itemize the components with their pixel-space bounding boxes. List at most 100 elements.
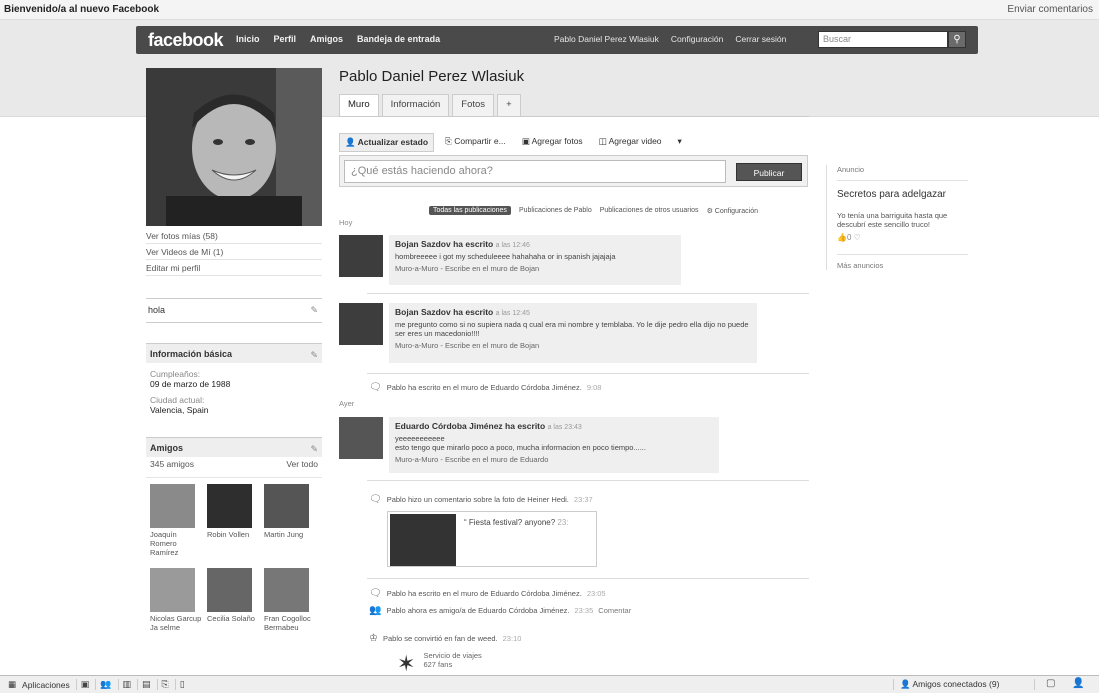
notes-app-icon[interactable]: ▤ — [137, 679, 151, 690]
story-time[interactable]: 23:05 — [587, 589, 606, 598]
post-body: Bojan Sazdov ha escrito a las 12:46 homb… — [389, 235, 681, 285]
nav-user-name[interactable]: Pablo Daniel Perez Wlasiuk — [554, 34, 659, 44]
notifications-icon[interactable]: ▢ — [1046, 678, 1055, 689]
friend-card[interactable]: Robin Vollen — [207, 484, 261, 568]
friend-card[interactable]: Martin Jung — [264, 484, 318, 568]
filter-pablo[interactable]: Publicaciones de Pablo — [519, 207, 592, 214]
post-author[interactable]: Eduardo Córdoba Jiménez ha escrito — [395, 421, 545, 431]
friends-app-icon[interactable]: 👥 — [95, 679, 112, 690]
friend-avatar[interactable] — [264, 568, 309, 612]
friend-name[interactable]: Fran Cogolloc Bermabeu — [264, 614, 318, 632]
friend-avatar[interactable] — [150, 484, 195, 528]
page-app-icon[interactable]: ▯ — [174, 679, 185, 690]
friend-avatar[interactable] — [207, 484, 252, 528]
nav-profile[interactable]: Perfil — [274, 34, 297, 44]
story-time[interactable]: 23:10 — [503, 634, 522, 643]
friends-title[interactable]: Amigos — [150, 443, 183, 453]
post-time[interactable]: a las 12:46 — [496, 242, 530, 249]
story-text[interactable]: Pablo hizo un comentario sobre la foto d… — [387, 495, 569, 504]
friend-avatar[interactable] — [150, 568, 195, 612]
story-text[interactable]: Pablo se convirtió en fan de weed. — [383, 634, 498, 643]
story-time[interactable]: 9:08 — [587, 383, 602, 392]
author-avatar[interactable] — [339, 235, 383, 277]
search-button[interactable]: ⚲ — [948, 31, 966, 48]
story-time[interactable]: 23:35 — [575, 606, 594, 615]
ad-title[interactable]: Secretos para adelgazar — [837, 189, 968, 201]
facebook-logo[interactable]: facebook — [148, 30, 224, 51]
pencil-icon[interactable]: ✎ — [310, 444, 318, 455]
nav-home[interactable]: Inicio — [236, 34, 260, 44]
tab-add[interactable]: + — [497, 94, 521, 116]
links-app-icon[interactable]: ⎘ — [156, 679, 169, 690]
send-feedback-link[interactable]: Enviar comentarios — [1007, 4, 1093, 15]
add-video-button[interactable]: ◫ Agregar video — [594, 133, 667, 152]
tab-wall[interactable]: Muro — [339, 94, 379, 116]
pencil-icon[interactable]: ✎ — [310, 350, 318, 361]
post-meta[interactable]: Muro-a-Muro - Escribe en el muro de Boja… — [395, 264, 675, 273]
nav-logout[interactable]: Cerrar sesión — [735, 34, 786, 44]
edit-profile-link[interactable]: Editar mi perfil — [146, 260, 322, 276]
friend-name[interactable]: Joaquín Romero Ramírez — [150, 530, 204, 557]
filter-all[interactable]: Todas las publicaciones — [429, 206, 511, 215]
friends-count[interactable]: 345 amigos — [150, 459, 194, 469]
post-author[interactable]: Bojan Sazdov ha escrito — [395, 307, 493, 317]
post-meta[interactable]: Muro-a-Muro - Escribe en el muro de Boja… — [395, 341, 751, 350]
post-time[interactable]: a las 23:43 — [548, 424, 582, 431]
view-videos-link[interactable]: Ver Videos de Mí (1) — [146, 244, 322, 260]
more-ads-link[interactable]: Más anuncios — [837, 254, 968, 270]
friend-card[interactable]: Fran Cogolloc Bermabeu — [264, 568, 318, 652]
author-avatar[interactable] — [339, 417, 383, 459]
apps-icon[interactable]: ▦ — [8, 679, 16, 690]
comment-link[interactable]: Comentar — [598, 606, 631, 615]
friend-avatar[interactable] — [207, 568, 252, 612]
more-actions-dropdown[interactable]: ▾ — [673, 133, 687, 152]
update-status-button[interactable]: 👤 Actualizar estado — [339, 133, 435, 152]
story-time[interactable]: 23:37 — [574, 495, 593, 504]
nav-settings[interactable]: Configuración — [671, 34, 723, 44]
friend-card[interactable]: Cecilia Solaño — [207, 568, 261, 652]
profile-photo[interactable] — [146, 68, 322, 226]
friend-name[interactable]: Nicolas Garcup Ja selme — [150, 614, 204, 632]
post-author[interactable]: Bojan Sazdov ha escrito — [395, 239, 493, 249]
calendar-app-icon[interactable]: ▥ — [117, 679, 131, 690]
search-input[interactable]: Buscar — [818, 31, 948, 48]
friend-name[interactable]: Cecilia Solaño — [207, 614, 261, 623]
author-avatar[interactable] — [339, 303, 383, 345]
filter-others[interactable]: Publicaciones de otros usuarios — [600, 207, 699, 214]
photo-thumbnail[interactable] — [390, 514, 456, 566]
feed-settings-link[interactable]: ⚙ Configuración — [707, 207, 758, 215]
friend-name[interactable]: Martin Jung — [264, 530, 318, 539]
photos-app-icon[interactable]: ▣ — [75, 679, 89, 690]
friend-card[interactable]: Joaquín Romero Ramírez — [150, 484, 204, 568]
friend-name[interactable]: Robin Vollen — [207, 530, 261, 539]
ad-like[interactable]: 👍0 ♡ — [837, 233, 968, 242]
online-friends-button[interactable]: 👤 Amigos conectados (9) — [893, 679, 1035, 690]
page-name[interactable]: Servicio de viajes — [423, 651, 481, 660]
story-text[interactable]: Pablo ahora es amigo/a de Eduardo Córdob… — [386, 606, 569, 615]
publish-button[interactable]: Publicar — [736, 163, 802, 181]
add-photos-button[interactable]: ▣ Agregar fotos — [517, 133, 588, 152]
share-link-button[interactable]: ⎘ Compartir e... — [440, 133, 511, 152]
apps-label[interactable]: Aplicaciones — [22, 680, 70, 690]
tab-info[interactable]: Información — [381, 94, 450, 116]
leaf-icon[interactable]: ✶ — [397, 651, 415, 677]
view-photos-link[interactable]: Ver fotos mías (58) — [146, 228, 322, 244]
main-nav: Inicio Perfil Amigos Bandeja de entrada — [236, 34, 440, 44]
friend-requests-icon[interactable]: 👤 — [1072, 678, 1084, 689]
story-text[interactable]: Pablo ha escrito en el muro de Eduardo C… — [387, 383, 582, 392]
nav-friends[interactable]: Amigos — [310, 34, 343, 44]
tab-photos[interactable]: Fotos — [452, 94, 495, 116]
post-meta[interactable]: Muro-a-Muro - Escribe en el muro de Edua… — [395, 455, 713, 464]
friend-avatar[interactable] — [264, 484, 309, 528]
status-input[interactable]: ¿Qué estás haciendo ahora? — [344, 160, 726, 183]
story-text[interactable]: Pablo ha escrito en el muro de Eduardo C… — [387, 589, 582, 598]
nav-inbox[interactable]: Bandeja de entrada — [357, 34, 440, 44]
status-box[interactable]: hola ✎ — [146, 298, 322, 323]
pencil-icon[interactable]: ✎ — [310, 305, 318, 316]
post-time[interactable]: a las 12:45 — [496, 310, 530, 317]
friend-card[interactable]: Nicolas Garcup Ja selme — [150, 568, 204, 652]
city-value[interactable]: Valencia, Spain — [150, 405, 318, 415]
photo-caption-time[interactable]: 23: — [557, 518, 568, 527]
friends-see-all-link[interactable]: Ver todo — [286, 459, 318, 469]
ad-body[interactable]: Yo tenía una barriguita hasta que descub… — [837, 211, 968, 229]
